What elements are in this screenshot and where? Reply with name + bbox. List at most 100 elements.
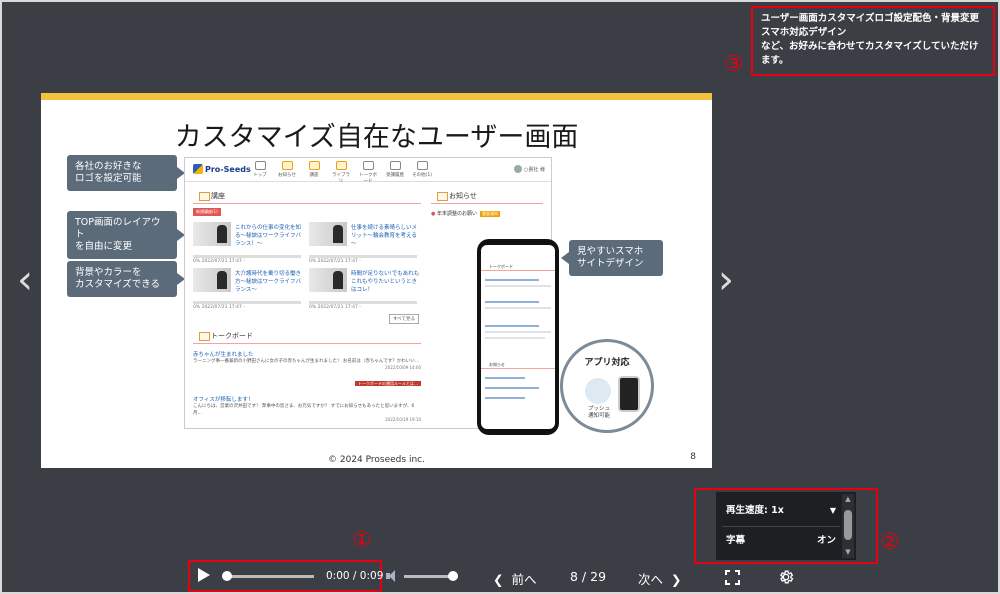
- scroll-down-icon[interactable]: ▼: [843, 548, 853, 556]
- course-card: これからの仕事の変化を知る～秘訣はワークライフバランス！～ 0% 2022/07…: [193, 222, 305, 264]
- settings-divider: [722, 526, 840, 527]
- marker-one: ①: [352, 528, 372, 553]
- fullscreen-icon[interactable]: [725, 570, 740, 585]
- callout-smartphone: 見やすいスマホ サイトデザイン: [561, 240, 663, 276]
- callout-color: 背景やカラーを カスタマイズできる: [67, 261, 185, 297]
- course-progress-bar: [309, 301, 417, 304]
- user-name: ○貴社 様: [524, 167, 545, 173]
- phone-line: [485, 397, 525, 399]
- play-icon[interactable]: [198, 568, 210, 582]
- course-title: これからの仕事の変化を知る～秘訣はワークライフバランス！～: [235, 225, 302, 247]
- course-progress: 0%: [193, 259, 201, 264]
- notice-text: 年末調整のお願い: [436, 211, 477, 217]
- course-progress-bar: [309, 255, 417, 258]
- scroll-thumb[interactable]: [844, 510, 852, 540]
- nav-notice: お知らせ: [276, 161, 298, 184]
- copyright: © 2024 Proseeds inc.: [328, 455, 425, 465]
- course-progress-bar: [193, 255, 301, 258]
- course-progress: 0%: [193, 305, 201, 310]
- app-support-title: アプリ対応: [584, 358, 630, 368]
- time-display: 0:00 / 0:09: [326, 570, 384, 582]
- course-card: 仕事を続ける素晴らしいメリット～輪会教育を考える～ 0% 2022/07/21 …: [309, 222, 421, 264]
- prev-slide-arrow-icon[interactable]: ‹: [12, 258, 38, 302]
- phone-line: [485, 387, 539, 389]
- phone-section-talk: トークボード: [481, 263, 555, 271]
- phone-line: [485, 301, 539, 303]
- customize-note: ユーザー画面カスタマイズロゴ設定配色・背景変更 スマホ対応デザイン など、お好み…: [751, 6, 995, 76]
- course-progress-bar: [193, 301, 301, 304]
- volume-icon[interactable]: [386, 570, 398, 582]
- settings-scrollbar[interactable]: ▲ ▼: [842, 494, 854, 558]
- notice-tag: 重要通知: [479, 211, 500, 217]
- course-date: 2022/07/21 17:47 -: [317, 259, 361, 264]
- preview-nav-icons: トップ お知らせ 講座 ライブラリ トークボード 受講履歴 その他(1): [249, 161, 433, 184]
- course-title: 時間が足りない!でもあれもこれもやりたいというときはコレ！: [351, 271, 420, 293]
- talk-tag: トークボードの運用ルールとは…: [355, 381, 421, 386]
- marker-two: ②: [880, 530, 900, 555]
- chevron-down-icon: ▼: [829, 506, 836, 515]
- nav-label: トークボード: [359, 173, 377, 184]
- talk-text: こんにちは、営業の沢井田です！ 弊事中の皆さま、お元気ですか？ すでにお知らせも…: [193, 404, 415, 416]
- see-all-button: すべて見る: [389, 314, 420, 324]
- nav-library: ライブラリ: [330, 161, 352, 184]
- talk-title: 赤ちゃんが生まれました: [193, 352, 254, 358]
- seek-handle[interactable]: [222, 571, 232, 581]
- note-line-3: など、お好みに合わせてカスタマイズしていただけます。: [761, 41, 979, 66]
- phone-line: [485, 307, 551, 309]
- volume-handle[interactable]: [447, 571, 458, 581]
- course-meta: 0% 2022/07/21 17:47 -: [193, 305, 245, 310]
- course-card: 大介護時代を乗り切る働き方～秘訣はワークライフバランス～ 0% 2022/07/…: [193, 268, 305, 310]
- phone-line: [485, 325, 539, 327]
- note-line-2: スマホ対応デザイン: [761, 27, 847, 38]
- phone-preview: トークボード お知らせ: [477, 239, 559, 435]
- course-progress: 0%: [309, 305, 317, 310]
- courses-pane: 講座 新規講座(1) これからの仕事の変化を知る～秘訣はワークライフバランス！～…: [193, 188, 421, 324]
- prev-label: 前へ: [511, 572, 537, 587]
- chevron-left-icon: ❮: [493, 572, 504, 587]
- next-button[interactable]: 次へ ❯: [638, 569, 681, 588]
- chevron-right-icon: ❯: [670, 572, 682, 587]
- mail-icon: [281, 161, 293, 170]
- callout-logo: 各社のお好きな ロゴを設定可能: [67, 155, 185, 191]
- book-icon: [335, 161, 347, 170]
- phone-line: [485, 331, 551, 333]
- seek-bar[interactable]: [226, 575, 314, 578]
- playback-speed-select[interactable]: 再生速度: 1x ▼: [726, 500, 836, 522]
- settings-menu: 再生速度: 1x ▼ 字幕 オン ▲ ▼: [716, 492, 856, 560]
- notice-header: お知らせ: [431, 188, 543, 204]
- phone-line: [485, 279, 539, 281]
- phone-line: [485, 377, 525, 379]
- phone-hand-icon: [618, 376, 640, 412]
- push-text: プッシュ 通知可能: [587, 406, 610, 419]
- app-support-badge: アプリ対応 プッシュ 通知可能: [560, 339, 654, 433]
- talk-text: ラーニング事一番兼新の小野田さんに女の子の赤ちゃんが生まれました！ お名前は（赤…: [193, 359, 420, 364]
- prev-button[interactable]: ❮ 前へ: [493, 569, 536, 588]
- course-icon: [308, 161, 320, 170]
- preview-logo: Pro-Seeds: [193, 164, 251, 174]
- scroll-up-icon[interactable]: ▲: [843, 495, 853, 503]
- logo-text: Pro-Seeds: [205, 165, 251, 174]
- nav-label: 講座: [309, 173, 319, 178]
- nav-label: ライブラリ: [332, 173, 350, 184]
- nav-top: トップ: [249, 161, 271, 184]
- course-thumbnail: [309, 268, 347, 292]
- next-slide-arrow-icon[interactable]: ›: [713, 258, 739, 302]
- course-meta: 0% 2022/07/21 17:47 -: [309, 305, 361, 310]
- course-title: 大介護時代を乗り切る働き方～秘訣はワークライフバランス～: [235, 271, 302, 293]
- note-line-1: ユーザー画面カスタマイズロゴ設定配色・背景変更: [761, 13, 980, 24]
- chevron-down-icon: [416, 161, 428, 170]
- course-meta: 0% 2022/07/21 17:47 -: [193, 259, 245, 264]
- gear-icon[interactable]: [778, 569, 794, 585]
- talk-date: 2022/10/19 19:10: [385, 417, 421, 422]
- caption-toggle[interactable]: 字幕 オン: [726, 530, 836, 552]
- home-icon: [254, 161, 266, 170]
- phone-line: [485, 337, 545, 339]
- course-progress: 0%: [309, 259, 317, 264]
- talk-title: オフィスが移転します！: [193, 397, 254, 403]
- course-thumbnail: [193, 222, 231, 246]
- bullet-icon: ●: [431, 211, 436, 217]
- next-label: 次へ: [638, 572, 664, 587]
- preview-nav: Pro-Seeds トップ お知らせ 講座 ライブラリ トークボード 受講履歴 …: [185, 158, 551, 184]
- nav-more: その他(1): [411, 161, 433, 184]
- slide-title: カスタマイズ自在なユーザー画面: [174, 122, 579, 153]
